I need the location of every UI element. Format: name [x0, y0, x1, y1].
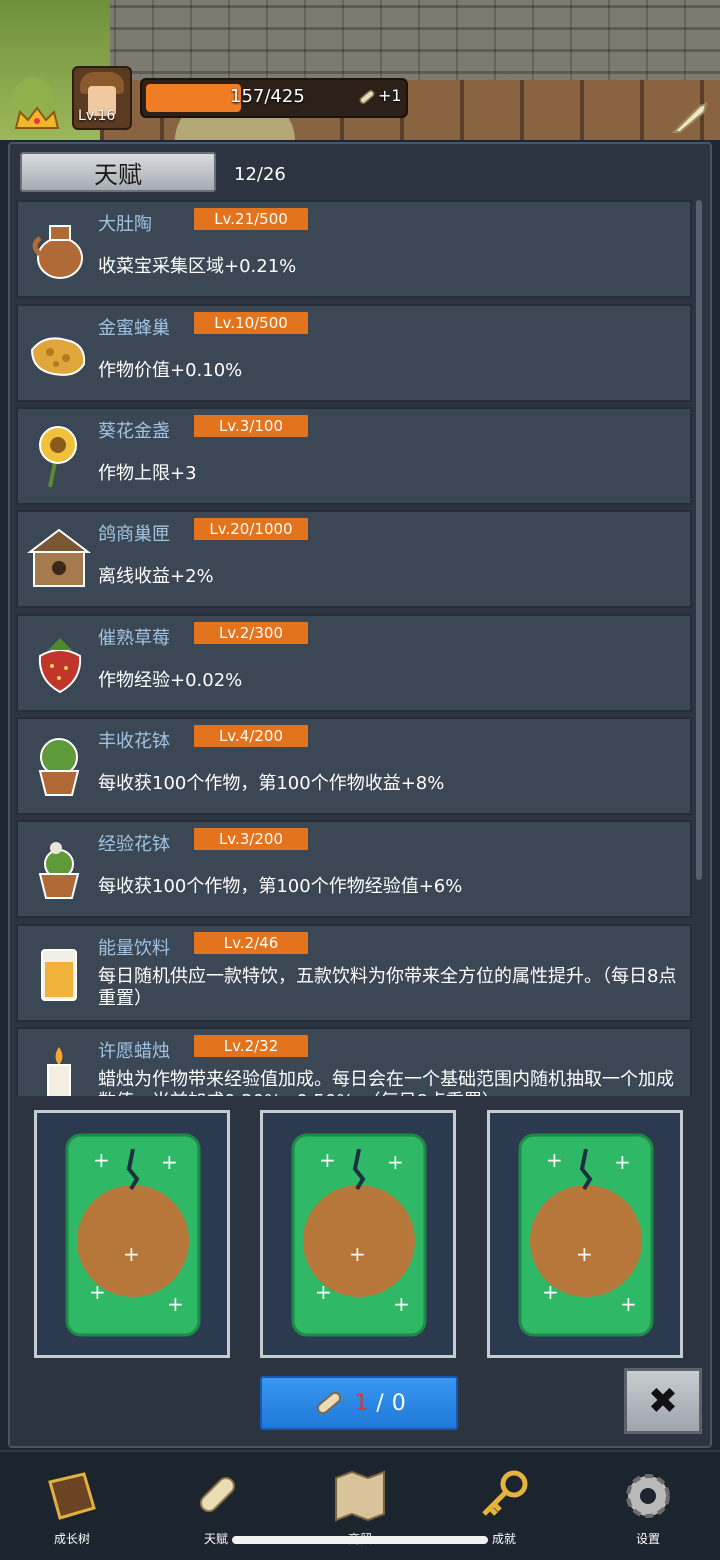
talent-name: 经验花钵 — [98, 834, 170, 855]
nav-label: 成长树 — [53, 1532, 90, 1546]
honeycomb-icon — [30, 337, 86, 376]
scroll-icon — [199, 1477, 235, 1513]
svg-text:+: + — [319, 1148, 336, 1172]
flower-pot-white-icon — [38, 842, 80, 899]
svg-text:+: + — [387, 1150, 404, 1174]
talent-name: 催熟草莓 — [98, 628, 170, 649]
talent-name: 能量饮料 — [98, 938, 170, 959]
svg-text:+: + — [93, 1148, 110, 1172]
svg-text:+: + — [542, 1280, 559, 1304]
energy-drink-icon — [41, 949, 77, 1001]
talent-name: 葵花金盏 — [98, 421, 170, 442]
xp-bar-fill — [146, 84, 241, 112]
talent-name: 鸽商巢匣 — [98, 524, 170, 545]
home-indicator[interactable] — [232, 1536, 488, 1544]
svg-text:+: + — [89, 1280, 106, 1304]
svg-text:+: + — [614, 1150, 631, 1174]
talent-row[interactable]: 经验花钵 Lv.3/200 每收获100个作物，第100个作物经验值+6% — [16, 820, 692, 918]
talent-row[interactable]: 丰收花钵 Lv.4/200 每收获100个作物，第100个作物收益+8% — [16, 717, 692, 815]
talent-description: 每收获100个作物，第100个作物收益+8% — [98, 773, 445, 794]
talent-card[interactable]: + + + + + — [34, 1110, 230, 1358]
draw-count-total: 0 — [391, 1390, 406, 1416]
card-back-icon: + + + + + — [65, 1133, 201, 1337]
svg-text:+: + — [167, 1292, 184, 1316]
birdhouse-icon — [27, 528, 91, 587]
svg-text:+: + — [546, 1148, 563, 1172]
svg-text:+: + — [123, 1242, 140, 1266]
svg-text:+: + — [620, 1292, 637, 1316]
talent-level-badge: Lv.2/300 — [194, 622, 308, 644]
card-back-icon: + + + + + — [291, 1133, 427, 1337]
scroll-bonus: +1 — [378, 86, 402, 105]
talent-description: 每日随机供应一款特饮，五款饮料为你带来全方位的属性提升。（每日8点重置） — [98, 966, 677, 1009]
talent-level-badge: Lv.2/46 — [194, 932, 308, 954]
scroll-small-icon — [359, 90, 375, 104]
feather-icon[interactable] — [670, 100, 710, 134]
talent-row[interactable]: 能量饮料 Lv.2/46 每日随机供应一款特饮，五款饮料为你带来全方位的属性提升… — [16, 924, 692, 1022]
draw-count-separator: / — [376, 1390, 384, 1416]
svg-text:+: + — [349, 1242, 366, 1266]
talent-description: 作物价值+0.10% — [98, 360, 243, 381]
card-back-icon: + + + + + — [518, 1133, 654, 1337]
svg-text:+: + — [315, 1280, 332, 1304]
talent-description: 离线收益+2% — [98, 566, 214, 587]
draw-button[interactable]: 1 / 0 — [260, 1376, 458, 1430]
close-button[interactable]: ✖ — [624, 1368, 702, 1434]
list-scrollbar[interactable] — [696, 200, 702, 880]
talent-description: 作物上限+3 — [98, 463, 197, 484]
talent-level-badge: Lv.20/1000 — [194, 518, 308, 540]
scroll-icon — [317, 1391, 342, 1415]
talent-level-badge: Lv.2/32 — [194, 1035, 308, 1057]
nav-item-settings[interactable]: 设置 — [598, 1462, 698, 1552]
sunflower-icon — [39, 426, 77, 488]
talent-count: 12/26 — [234, 164, 286, 185]
talent-tab-button[interactable]: 天赋 — [20, 152, 216, 192]
talent-name: 许愿蜡烛 — [98, 1041, 170, 1062]
talent-name: 大肚陶 — [98, 214, 152, 235]
talent-name: 金蜜蜂巢 — [98, 318, 170, 339]
talent-level-badge: Lv.4/200 — [194, 725, 308, 747]
nav-item-growth-tree[interactable]: 成长树 — [22, 1462, 122, 1552]
talent-level-badge: Lv.10/500 — [194, 312, 308, 334]
talent-card[interactable]: + + + + + — [260, 1110, 456, 1358]
draw-count-current: 1 — [354, 1390, 369, 1416]
talent-description: 收菜宝采集区域+0.21% — [98, 256, 297, 277]
map-icon — [335, 1470, 385, 1522]
talent-card[interactable]: + + + + + — [487, 1110, 683, 1358]
player-level: Lv.16 — [78, 108, 116, 124]
talent-row[interactable]: 金蜜蜂巢 Lv.10/500 作物价值+0.10% — [16, 304, 692, 402]
book-icon — [48, 1472, 96, 1520]
svg-text:+: + — [161, 1150, 178, 1174]
talent-description: 每收获100个作物，第100个作物经验值+6% — [98, 876, 463, 897]
nav-label: 设置 — [635, 1532, 660, 1546]
talent-row[interactable]: 许愿蜡烛 Lv.2/32 蜡烛为作物带来经验值加成。每日会在一个基础范围内随机抽… — [16, 1027, 692, 1096]
talent-row[interactable]: 大肚陶 Lv.21/500 收菜宝采集区域+0.21% — [16, 200, 692, 298]
talent-row[interactable]: 鸽商巢匣 Lv.20/1000 离线收益+2% — [16, 510, 692, 608]
clay-jar-icon — [32, 225, 83, 279]
svg-text:+: + — [576, 1242, 593, 1266]
talent-level-badge: Lv.3/100 — [194, 415, 308, 437]
talent-row[interactable]: 葵花金盏 Lv.3/100 作物上限+3 — [16, 407, 692, 505]
talent-level-badge: Lv.3/200 — [194, 828, 308, 850]
talent-row[interactable]: 催熟草莓 Lv.2/300 作物经验+0.02% — [16, 614, 692, 712]
key-icon — [482, 1470, 528, 1516]
talent-list[interactable]: 大肚陶 Lv.21/500 收菜宝采集区域+0.21% 金蜜蜂巢 Lv.10/5… — [16, 200, 696, 1096]
talent-level-badge: Lv.21/500 — [194, 208, 308, 230]
candle-icon — [47, 1047, 71, 1096]
svg-text:+: + — [393, 1292, 410, 1316]
flower-pot-icon — [38, 738, 80, 796]
xp-text: 157/425 — [230, 86, 305, 107]
talent-description: 作物经验+0.02% — [98, 670, 243, 691]
gear-icon — [626, 1474, 670, 1518]
crown-icon — [14, 106, 60, 129]
talent-name: 丰收花钵 — [98, 731, 170, 752]
talent-description: 蜡烛为作物带来经验值加成。每日会在一个基础范围内随机抽取一个加成数值，当前加成0… — [98, 1069, 674, 1096]
strawberry-icon — [38, 638, 82, 694]
